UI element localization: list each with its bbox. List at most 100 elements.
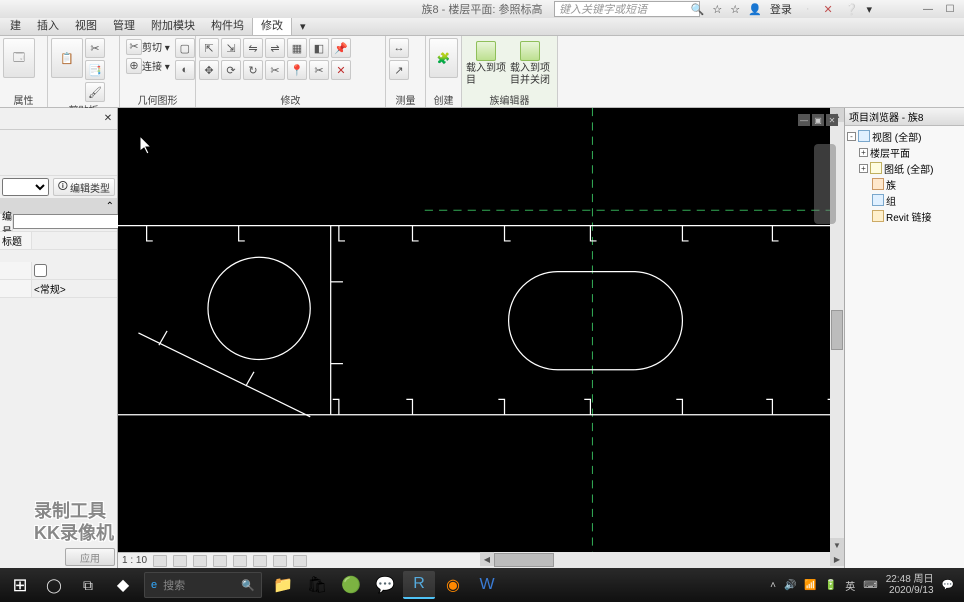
view-minimize-icon[interactable]: — (798, 114, 810, 126)
cut-geometry-button[interactable]: ✂剪切 ▾ (123, 38, 173, 55)
hscroll-thumb[interactable] (494, 553, 554, 567)
join-geometry-button[interactable]: ⊕连接 ▾ (123, 57, 173, 74)
start-button[interactable]: ⊞ (4, 571, 36, 599)
properties-close-icon[interactable]: ✕ (101, 112, 115, 126)
help-icon[interactable]: ❔ (845, 3, 859, 16)
sun-path-icon[interactable] (193, 555, 207, 567)
maximize-button[interactable]: ☐ (942, 2, 958, 16)
scroll-left-icon[interactable]: ◀ (480, 552, 494, 566)
tray-ime[interactable]: 英 (845, 578, 855, 593)
tab-gjw[interactable]: 构件坞 (203, 15, 252, 35)
tab-view[interactable]: 视图 (67, 15, 105, 35)
tree-toggle-icon[interactable]: + (859, 148, 868, 157)
taskview-icon[interactable]: ⧉ (72, 571, 104, 599)
shadows-icon[interactable] (213, 555, 227, 567)
horizontal-scrollbar[interactable]: ◀ ▶ (480, 552, 844, 568)
mirror-draw-icon[interactable]: ⇌ (265, 38, 285, 58)
login-label[interactable]: 登录 (770, 1, 792, 17)
app-word[interactable]: W (471, 571, 503, 599)
paste-button[interactable]: 📋 (51, 38, 83, 78)
cope-icon[interactable]: ▢ (175, 38, 195, 58)
prop-dropdown[interactable]: <常规> (32, 280, 117, 297)
tab-addins[interactable]: 附加模块 (143, 15, 203, 35)
notifications-icon[interactable]: 💬 (942, 580, 954, 591)
split-element-icon[interactable]: ✂ (309, 60, 329, 80)
tree-toggle-icon[interactable]: + (859, 164, 868, 173)
edit-type-button[interactable]: 🛈 编辑类型 (53, 178, 115, 196)
align-icon[interactable]: ⇱ (199, 38, 219, 58)
create-button[interactable]: 🧩 (429, 38, 458, 78)
prop-checkbox[interactable] (34, 264, 47, 277)
close-secondary-icon[interactable]: ✕ (824, 3, 833, 16)
view-restore-icon[interactable]: ▣ (812, 114, 824, 126)
split-icon[interactable]: ◐ (175, 60, 195, 80)
crop-view-icon[interactable] (233, 555, 247, 567)
vscroll-thumb[interactable] (831, 310, 843, 350)
tray-keyboard-icon[interactable]: ⌨ (863, 580, 877, 591)
mirror-pick-icon[interactable]: ⇋ (243, 38, 263, 58)
tray-overflow-icon[interactable]: ˄ (770, 580, 776, 591)
tab-insert[interactable]: 插入 (29, 15, 67, 35)
cut-icon[interactable]: ✂ (85, 38, 105, 58)
view-scale[interactable]: 1 : 10 (122, 555, 147, 566)
tree-node[interactable]: Revit 链接 (847, 208, 962, 224)
matchtype-icon[interactable]: 🖌 (85, 82, 105, 102)
tray-battery-icon[interactable]: 🔋 (825, 580, 837, 591)
tab-manage[interactable]: 管理 (105, 15, 143, 35)
move-icon[interactable]: ✥ (199, 60, 219, 80)
app-chrome[interactable]: 🟢 (335, 571, 367, 599)
tabs-overflow-icon[interactable]: ▾ (292, 18, 314, 35)
props-group-header[interactable]: ⌃ (0, 198, 117, 214)
rotate-icon[interactable]: ↻ (243, 60, 263, 80)
tree-node[interactable]: +楼层平面 (847, 144, 962, 160)
scale-icon[interactable]: ◧ (309, 38, 329, 58)
keyword-search-input[interactable]: 键入关键字或短语 (554, 1, 700, 17)
reveal-hidden-icon[interactable] (293, 555, 307, 567)
signin-icon[interactable]: ☆ (712, 3, 722, 16)
taskbar-search[interactable]: e 搜索 🔍 (144, 572, 262, 598)
detail-level-icon[interactable] (153, 555, 167, 567)
app-recorder[interactable]: ◉ (437, 571, 469, 599)
tree-toggle-icon[interactable]: - (847, 132, 856, 141)
array-icon[interactable]: ▦ (287, 38, 307, 58)
app-explorer[interactable]: 📁 (267, 571, 299, 599)
unpin-icon[interactable]: 📍 (287, 60, 307, 80)
copy-icon[interactable]: 📑 (85, 60, 105, 80)
clock[interactable]: 22:48 周日 2020/9/13 (886, 574, 934, 596)
app-icon-1[interactable]: ◆ (107, 571, 139, 599)
temp-hide-icon[interactable] (273, 555, 287, 567)
tree-node[interactable]: 族 (847, 176, 962, 192)
pin-icon[interactable]: 📌 (331, 38, 351, 58)
load-into-project-button[interactable]: 载入到项目 (465, 38, 507, 90)
prop-value-title[interactable] (32, 232, 117, 249)
browser-tree[interactable]: -视图 (全部)+楼层平面+图纸 (全部)族组Revit 链接 (845, 126, 964, 226)
delete-icon[interactable]: ✕ (331, 60, 351, 80)
navigation-bar[interactable] (814, 144, 836, 224)
copy-move-icon[interactable]: ⟳ (221, 60, 241, 80)
crop-region-icon[interactable] (253, 555, 267, 567)
app-store[interactable]: 🛍 (301, 571, 333, 599)
visual-style-icon[interactable] (173, 555, 187, 567)
app-wechat[interactable]: 💬 (369, 571, 401, 599)
minimize-button[interactable]: — (920, 2, 936, 16)
tree-node[interactable]: 组 (847, 192, 962, 208)
measure-icon[interactable]: ↗ (389, 60, 409, 80)
drawing-canvas[interactable]: — ▣ ✕ (118, 108, 844, 568)
cortana-icon[interactable]: ◯ (38, 571, 70, 599)
view-close-icon[interactable]: ✕ (826, 114, 838, 126)
favorite-icon[interactable]: ☆ (730, 3, 740, 16)
app-revit[interactable]: R (403, 571, 435, 599)
trim-icon[interactable]: ✂ (265, 60, 285, 80)
user-icon[interactable]: 👤 (748, 3, 762, 16)
tree-node[interactable]: -视图 (全部) (847, 128, 962, 144)
load-into-project-close-button[interactable]: 载入到项目并关闭 (509, 38, 551, 90)
tab-create[interactable]: 建 (2, 15, 29, 35)
tree-node[interactable]: +图纸 (全部) (847, 160, 962, 176)
scroll-down-icon[interactable]: ▼ (830, 538, 844, 552)
properties-button[interactable]: 🗔 (3, 38, 35, 78)
help-dropdown-icon[interactable]: ▾ (866, 3, 872, 16)
tray-network-icon[interactable]: 📶 (804, 580, 816, 591)
scroll-right-icon[interactable]: ▶ (830, 552, 844, 566)
aligned-dim-icon[interactable]: ↔ (389, 38, 409, 58)
offset-icon[interactable]: ⇲ (221, 38, 241, 58)
